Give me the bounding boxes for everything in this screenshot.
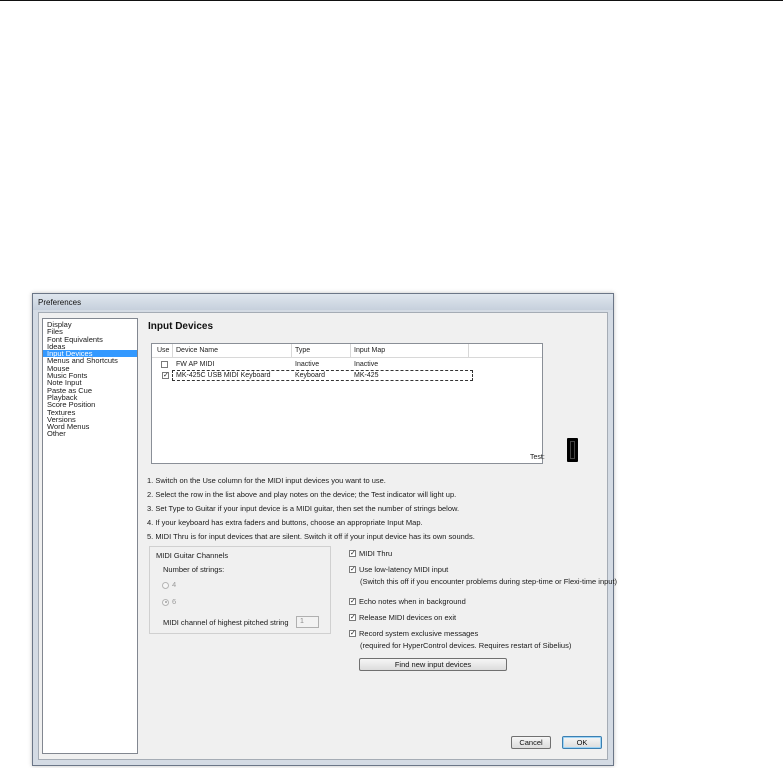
midi-thru-checkbox[interactable]: ✓ MIDI Thru <box>349 549 392 558</box>
type-cell[interactable]: Keyboard <box>295 372 325 379</box>
midi-guitar-group: MIDI Guitar Channels Number of strings: … <box>149 546 331 634</box>
category-item-other[interactable]: Other <box>43 430 137 438</box>
ok-button[interactable]: OK <box>562 736 602 749</box>
strings-radio-4[interactable]: 4 <box>162 580 176 589</box>
title-bar[interactable]: Preferences <box>33 294 613 310</box>
column-divider[interactable] <box>350 344 351 357</box>
column-divider[interactable] <box>468 344 469 357</box>
table-row-focused[interactable]: ✓ MK-425C USB MIDI Keyboard Keyboard MK-… <box>162 370 473 381</box>
page-title: Input Devices <box>148 321 214 332</box>
sysex-checkbox[interactable]: ✓ Record system exclusive messages <box>349 629 478 638</box>
category-list[interactable]: Display Files Font Equivalents Ideas Inp… <box>42 318 138 754</box>
strings-radio-6[interactable]: 6 <box>162 597 176 606</box>
table-row[interactable]: FW AP MIDI Inactive Inactive <box>152 359 542 370</box>
radio-label: 4 <box>172 580 177 589</box>
radio-label: 6 <box>172 597 177 606</box>
release-midi-checkbox[interactable]: ✓ Release MIDI devices on exit <box>349 613 456 622</box>
low-latency-note: (Switch this off if you encounter proble… <box>360 577 618 586</box>
instruction-line: 3. Set Type to Guitar if your input devi… <box>147 504 460 513</box>
preferences-dialog: Preferences Display Files Font Equivalen… <box>32 293 617 766</box>
instruction-line: 2. Select the row in the list above and … <box>147 490 457 499</box>
test-label: Test: <box>530 454 545 461</box>
input-map-cell[interactable]: Inactive <box>354 361 378 368</box>
low-latency-checkbox[interactable]: ✓ Use low-latency MIDI input <box>349 565 448 574</box>
checkbox-label: Release MIDI devices on exit <box>359 613 457 622</box>
instruction-line: 4. If your keyboard has extra faders and… <box>147 518 423 527</box>
find-new-input-devices-button[interactable]: Find new input devices <box>359 658 507 671</box>
checkbox-label: Echo notes when in background <box>359 597 466 606</box>
device-name-cell: MK-425C USB MIDI Keyboard <box>176 372 271 379</box>
strings-label: Number of strings: <box>163 565 225 574</box>
column-divider[interactable] <box>172 344 173 357</box>
checkbox-label: Use low-latency MIDI input <box>359 565 449 574</box>
column-header-input-map[interactable]: Input Map <box>354 347 385 354</box>
sysex-note: (required for HyperControl devices. Requ… <box>360 641 572 650</box>
checkbox-label: Record system exclusive messages <box>359 629 479 638</box>
use-checkbox[interactable] <box>161 361 168 368</box>
column-divider[interactable] <box>291 344 292 357</box>
test-indicator-icon <box>567 438 578 462</box>
checkbox-icon: ✓ <box>349 613 356 621</box>
checkbox-icon: ✓ <box>349 597 356 605</box>
type-cell[interactable]: Inactive <box>295 361 319 368</box>
column-header-use[interactable]: Use <box>157 347 169 354</box>
instruction-line: 5. MIDI Thru is for input devices that a… <box>147 532 475 541</box>
device-table[interactable]: Use Device Name Type Input Map FW AP MID… <box>151 343 543 464</box>
midi-guitar-title: MIDI Guitar Channels <box>156 551 229 560</box>
table-header: Use Device Name Type Input Map <box>152 344 542 358</box>
top-rule <box>0 0 783 1</box>
window-title: Preferences <box>38 298 82 307</box>
instruction-line: 1. Switch on the Use column for the MIDI… <box>147 476 386 485</box>
column-header-device-name[interactable]: Device Name <box>176 347 218 354</box>
channel-input[interactable]: 1 <box>296 616 319 628</box>
radio-icon <box>162 598 169 606</box>
radio-icon <box>162 581 169 589</box>
echo-notes-checkbox[interactable]: ✓ Echo notes when in background <box>349 597 466 606</box>
checkbox-icon: ✓ <box>349 549 356 557</box>
cancel-button[interactable]: Cancel <box>511 736 551 749</box>
column-header-type[interactable]: Type <box>295 347 310 354</box>
dialog-client-area: Display Files Font Equivalents Ideas Inp… <box>38 312 617 760</box>
checkbox-icon: ✓ <box>349 565 356 573</box>
device-name-cell: FW AP MIDI <box>176 361 215 368</box>
checkbox-icon: ✓ <box>349 629 356 637</box>
input-map-cell[interactable]: MK-425 <box>354 372 379 379</box>
channel-label: MIDI channel of highest pitched string <box>163 618 289 627</box>
use-checkbox[interactable]: ✓ <box>162 372 169 379</box>
checkbox-label: MIDI Thru <box>359 549 393 558</box>
